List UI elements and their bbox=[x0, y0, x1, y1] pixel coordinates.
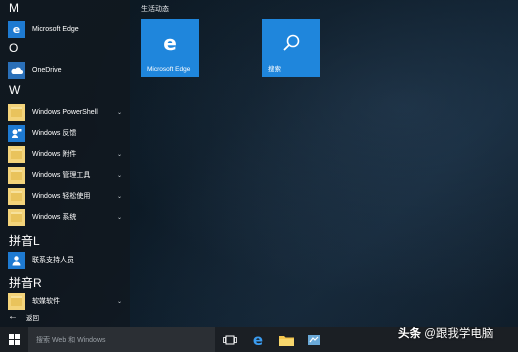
tile-search[interactable]: 搜索 bbox=[262, 19, 320, 77]
edge-taskbar-icon[interactable]: e bbox=[250, 331, 266, 349]
section-header-o[interactable]: O bbox=[9, 41, 18, 55]
task-view-icon[interactable] bbox=[222, 332, 238, 348]
app-item-microsoft-edge[interactable]: e Microsoft Edge bbox=[8, 19, 128, 39]
app-item-windows-system[interactable]: Windows 系统 ⌄ bbox=[8, 207, 128, 227]
file-explorer-icon[interactable] bbox=[278, 332, 294, 348]
app-item-windows-admin-tools[interactable]: Windows 管理工具 ⌄ bbox=[8, 165, 128, 185]
app-label: Windows 反馈 bbox=[32, 130, 77, 137]
app-label: 联系支持人员 bbox=[32, 257, 74, 264]
app-list[interactable]: M e Microsoft Edge O OneDrive W Windows … bbox=[0, 0, 130, 327]
back-button[interactable]: ← 返回 bbox=[8, 311, 39, 322]
app-label: OneDrive bbox=[32, 66, 62, 74]
app-label: 软媒软件 bbox=[32, 298, 60, 305]
feedback-icon bbox=[8, 124, 25, 142]
app-item-windows-powershell[interactable]: Windows PowerShell ⌄ bbox=[8, 102, 128, 122]
tile-label: 搜索 bbox=[268, 66, 281, 73]
app-item-windows-ease-of-access[interactable]: Windows 轻松使用 ⌄ bbox=[8, 186, 128, 206]
chevron-down-icon[interactable]: ⌄ bbox=[117, 298, 122, 305]
store-app-icon[interactable] bbox=[306, 332, 322, 348]
back-label: 返回 bbox=[26, 314, 39, 322]
section-header-w[interactable]: W bbox=[9, 83, 20, 97]
tile-microsoft-edge[interactable]: e Microsoft Edge bbox=[141, 19, 199, 77]
app-label: Windows 系统 bbox=[32, 214, 77, 221]
edge-icon: e bbox=[8, 20, 25, 38]
chevron-down-icon[interactable]: ⌄ bbox=[117, 109, 122, 116]
watermark-brand: 头条 bbox=[398, 328, 421, 340]
chevron-down-icon[interactable]: ⌄ bbox=[117, 172, 122, 179]
chevron-down-icon[interactable]: ⌄ bbox=[117, 214, 122, 221]
app-label: Windows PowerShell bbox=[32, 108, 98, 116]
folder-icon bbox=[8, 103, 25, 121]
watermark: 头条 @跟我学电脑 bbox=[398, 325, 493, 341]
onedrive-icon bbox=[8, 61, 25, 79]
app-label: Microsoft Edge bbox=[32, 25, 79, 33]
app-item-windows-accessories[interactable]: Windows 附件 ⌄ bbox=[8, 144, 128, 164]
tile-group-title[interactable]: 生活动态 bbox=[141, 4, 169, 14]
folder-icon bbox=[8, 292, 25, 310]
taskbar-search-box[interactable]: 搜索 Web 和 Windows bbox=[28, 327, 215, 352]
folder-icon bbox=[8, 145, 25, 163]
app-label: Windows 附件 bbox=[32, 151, 77, 158]
windows-logo-icon bbox=[8, 334, 20, 345]
start-button[interactable] bbox=[0, 327, 28, 352]
search-icon bbox=[262, 33, 320, 58]
app-item-contact-support[interactable]: 联系支持人员 bbox=[8, 250, 128, 270]
chevron-down-icon[interactable]: ⌄ bbox=[117, 193, 122, 200]
app-item-software[interactable]: 软媒软件 ⌄ bbox=[8, 291, 128, 311]
app-item-onedrive[interactable]: OneDrive bbox=[8, 60, 128, 80]
search-placeholder: 搜索 Web 和 Windows bbox=[36, 336, 106, 344]
app-label: Windows 管理工具 bbox=[32, 172, 91, 179]
section-header-pinyin-l[interactable]: 拼音L bbox=[9, 232, 40, 249]
app-item-windows-feedback[interactable]: Windows 反馈 bbox=[8, 123, 128, 143]
watermark-handle: @跟我学电脑 bbox=[424, 328, 494, 340]
app-label: Windows 轻松使用 bbox=[32, 193, 91, 200]
folder-icon bbox=[8, 166, 25, 184]
person-icon bbox=[8, 251, 25, 269]
section-header-pinyin-r[interactable]: 拼音R bbox=[9, 274, 42, 291]
section-header-m[interactable]: M bbox=[9, 1, 19, 15]
tile-label: Microsoft Edge bbox=[147, 66, 191, 73]
folder-icon bbox=[8, 187, 25, 205]
folder-icon bbox=[8, 208, 25, 226]
edge-icon: e bbox=[163, 31, 177, 55]
back-arrow-icon: ← bbox=[8, 311, 18, 322]
chevron-down-icon[interactable]: ⌄ bbox=[117, 151, 122, 158]
